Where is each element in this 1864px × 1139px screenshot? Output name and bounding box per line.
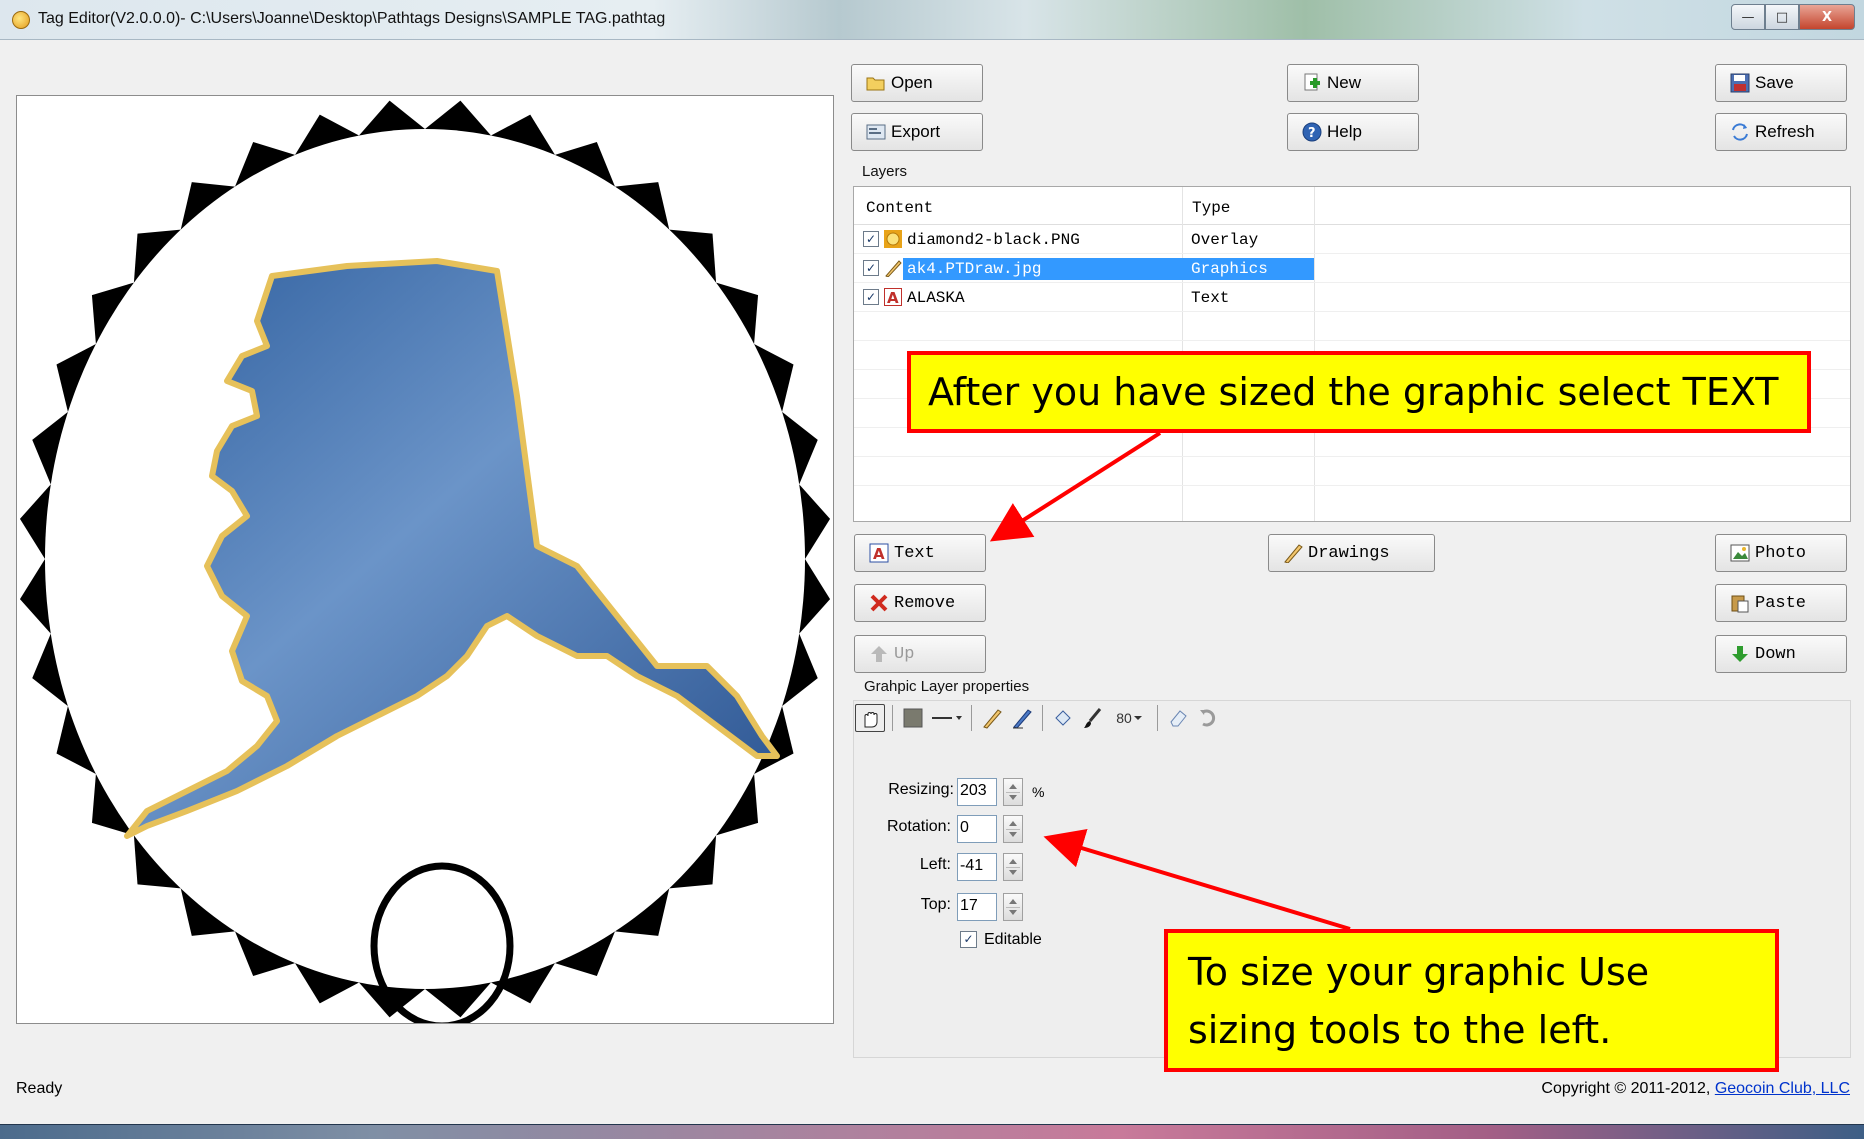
arrow-to-sizing-tools [1043, 828, 1351, 931]
arrow-to-text-button [989, 431, 1162, 542]
annotation-arrows [989, 431, 1351, 931]
status-text: Ready [16, 1080, 63, 1097]
windows-taskbar [0, 1124, 1864, 1139]
company-link[interactable]: Geocoin Club, LLC [1715, 1080, 1850, 1097]
copyright-text: Copyright © 2011-2012, [1541, 1080, 1711, 1097]
copyright: Copyright © 2011-2012, Geocoin Club, LLC [1541, 1080, 1850, 1098]
